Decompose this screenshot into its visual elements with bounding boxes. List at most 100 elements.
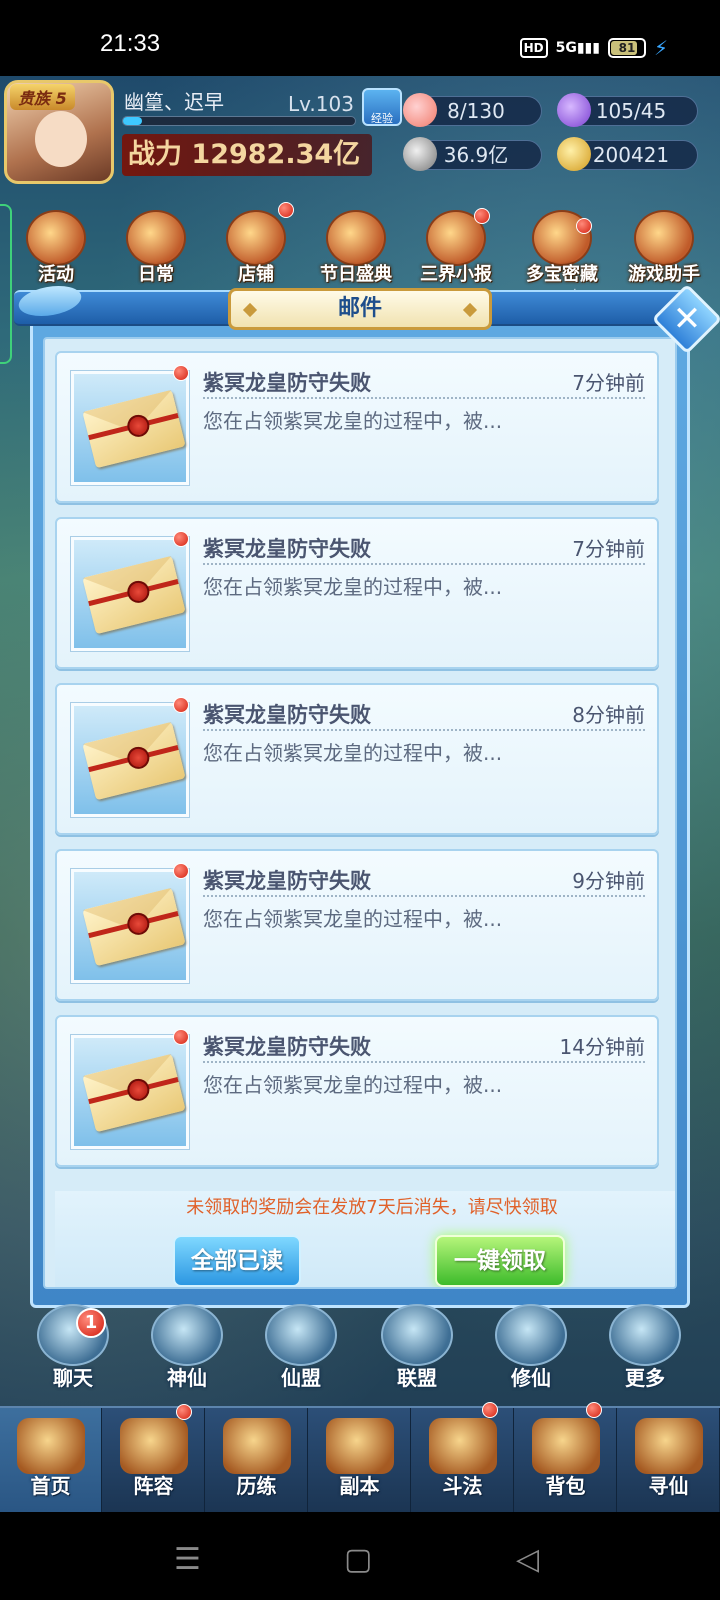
stamina-resource[interactable]: 8/130 [403,93,542,127]
mail-list[interactable]: 紫冥龙皇防守失败 7分钟前 您在占领紫冥龙皇的过程中，被... 紫冥龙皇防守失败… [55,351,659,1181]
mail-preview: 您在占领紫冥龙皇的过程中，被... [203,741,503,765]
unread-dot [173,697,189,713]
guild-button[interactable]: 仙盟 [256,1304,346,1391]
menu-newspaper[interactable]: 三界小报 [410,210,502,286]
player-level: Lv.103 [288,92,354,116]
chat-badge: 1 [76,1308,106,1338]
soul-value: 105/45 [595,99,667,123]
gold-value: 200421 [592,143,670,167]
home-square-icon[interactable]: ▢ [344,1542,372,1577]
charging-icon: ⚡ [653,36,668,60]
notification-dot [586,1402,602,1418]
read-all-button[interactable]: 全部已读 [173,1235,301,1287]
mail-item[interactable]: 紫冥龙皇防守失败 7分钟前 您在占领紫冥龙皇的过程中，被... [55,351,659,503]
menu-icon[interactable]: ☰ [174,1542,201,1577]
notification-dot [278,202,294,218]
notification-dot [576,218,592,234]
mail-subject: 紫冥龙皇防守失败 [203,1035,371,1059]
tab-lineup[interactable]: 阵容 [103,1408,205,1512]
tab-duel[interactable]: 斗法 [412,1408,514,1512]
xp-bar [122,116,356,126]
divider [203,397,645,399]
divider [203,729,645,731]
status-bar: 21:33 HD 5G▮▮▮ 81 ⚡ [0,0,720,76]
more-flower-icon [609,1304,681,1366]
menu-treasure[interactable]: 多宝密藏 [516,210,608,286]
alliance-shield-icon [381,1304,453,1366]
clock: 21:33 [100,30,161,57]
mail-subject: 紫冥龙皇防守失败 [203,371,371,395]
exp-button[interactable]: 经验 [362,88,402,126]
mail-time: 7分钟前 [572,537,645,561]
silver-resource[interactable]: 36.9亿 [403,137,542,171]
shop-icon [226,210,286,266]
mail-subject: 紫冥龙皇防守失败 [203,703,371,727]
gold-resource[interactable]: 200421 [557,137,698,171]
daily-icon [126,210,186,266]
close-icon: ✕ [672,299,702,339]
tab-dungeon[interactable]: 副本 [309,1408,411,1512]
mail-preview: 您在占领紫冥龙皇的过程中，被... [203,575,503,599]
silver-coin-icon [403,137,437,171]
bottom-tab-bar: 首页 阵容 历练 副本 斗法 背包 寻仙 [0,1402,720,1512]
power-value: 12982.34亿 [191,139,361,170]
mail-item[interactable]: 紫冥龙皇防守失败 9分钟前 您在占领紫冥龙皇的过程中，被... [55,849,659,1001]
notification-dot [474,208,490,224]
back-icon[interactable]: ◁ [516,1542,539,1577]
training-icon [222,1418,291,1474]
hd-icon: HD [519,38,548,58]
mail-dialog: 紫冥龙皇防守失败 7分钟前 您在占领紫冥龙皇的过程中，被... 紫冥龙皇防守失败… [30,300,690,1308]
tab-bag[interactable]: 背包 [515,1408,617,1512]
menu-activity[interactable]: 活动 [10,210,102,286]
mail-item[interactable]: 紫冥龙皇防守失败 8分钟前 您在占领紫冥龙皇的过程中，被... [55,683,659,835]
gold-ingot-icon [557,137,591,171]
mail-time: 9分钟前 [572,869,645,893]
cultivate-button[interactable]: 修仙 [486,1304,576,1391]
unread-dot [173,531,189,547]
mail-time: 8分钟前 [572,703,645,727]
mail-item[interactable]: 紫冥龙皇防守失败 7分钟前 您在占领紫冥龙皇的过程中，被... [55,517,659,669]
assistant-icon [634,210,694,266]
envelope-icon [82,887,186,967]
crane-icon [495,1304,567,1366]
mail-subject: 紫冥龙皇防守失败 [203,869,371,893]
network-type: 5G [555,40,577,56]
mail-preview: 您在占领紫冥龙皇的过程中，被... [203,409,503,433]
notification-dot [176,1404,192,1420]
vip-badge: 贵族 5 [10,84,75,110]
unread-dot [173,863,189,879]
signal-icon: 5G▮▮▮ [555,40,600,56]
dialog-title: 邮件 [228,288,492,330]
mail-thumbnail [71,703,189,817]
tab-home[interactable]: 首页 [0,1408,102,1512]
combat-power: 战力 12982.34亿 [122,134,372,176]
expiry-notice: 未领取的奖励会在发放7天后消失，请尽快领取 [186,1197,558,1218]
mail-thumbnail [71,1035,189,1149]
envelope-icon [82,721,186,801]
tab-training[interactable]: 历练 [206,1408,308,1512]
system-nav-bar: ☰ ▢ ◁ [0,1512,720,1600]
menu-shop[interactable]: 店铺 [210,210,302,286]
alliance-button[interactable]: 联盟 [372,1304,462,1391]
menu-daily[interactable]: 日常 [110,210,202,286]
mail-item[interactable]: 紫冥龙皇防守失败 14分钟前 您在占领紫冥龙皇的过程中，被... [55,1015,659,1167]
soul-resource[interactable]: 105/45 [557,93,698,127]
mail-time: 7分钟前 [572,371,645,395]
player-name: 幽篁、迟早 [124,90,224,114]
mail-thumbnail [71,869,189,983]
soul-flame-icon [557,93,591,127]
tab-seek[interactable]: 寻仙 [618,1408,720,1512]
mail-time: 14分钟前 [559,1035,645,1059]
claim-all-button[interactable]: 一键领取 [435,1235,565,1287]
more-button[interactable]: 更多 [600,1304,690,1391]
envelope-icon [82,555,186,635]
menu-assistant[interactable]: 游戏助手 [618,210,710,286]
notification-dot [482,1402,498,1418]
menu-festival[interactable]: 节日盛典 [310,210,402,286]
mail-preview: 您在占领紫冥龙皇的过程中，被... [203,907,503,931]
immortals-button[interactable]: 神仙 [142,1304,232,1391]
status-icons: HD 5G▮▮▮ 81 ⚡ [519,36,668,60]
divider [203,895,645,897]
festival-gift-icon [326,210,386,266]
battery-icon: 81 [607,38,646,58]
